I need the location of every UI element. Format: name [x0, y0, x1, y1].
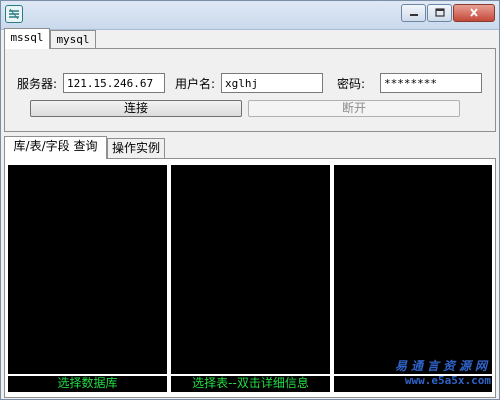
watermark-url: www.e5a5x.com: [404, 374, 491, 387]
password-label: 密码:: [337, 77, 366, 91]
server-input[interactable]: [63, 73, 165, 93]
minimize-button[interactable]: [401, 4, 426, 22]
maximize-button[interactable]: [427, 4, 452, 22]
watermark-title: 易通言资源网: [394, 359, 491, 373]
connect-button-label: 连接: [123, 101, 148, 115]
minimize-icon: [409, 6, 419, 20]
table-list[interactable]: [171, 165, 330, 374]
disconnect-button[interactable]: 断开: [248, 100, 460, 117]
tab-schema-query[interactable]: 库/表/字段 查询: [4, 136, 107, 159]
app-logo-icon: [5, 5, 23, 23]
server-label: 服务器:: [17, 77, 58, 91]
tab-examples[interactable]: 操作实例: [107, 138, 165, 159]
maximize-icon: [434, 6, 445, 20]
field-list[interactable]: [334, 165, 492, 374]
tab-label: mysql: [56, 33, 90, 46]
password-input[interactable]: [380, 73, 482, 93]
site-watermark: 易通言资源网 www.e5a5x.com: [381, 357, 491, 387]
database-list[interactable]: [8, 165, 167, 374]
table-list-caption: 选择表--双击详细信息: [171, 376, 330, 392]
app-window: mssql mysql 服务器: 用户名: 密码: 连接 断开 库/表/字段 查…: [0, 0, 500, 400]
tab-mysql[interactable]: mysql: [50, 30, 96, 49]
database-list-caption: 选择数据库: [8, 376, 167, 392]
tab-label: mssql: [10, 31, 44, 44]
query-panel: 选择数据库 选择表--双击详细信息 易通言资源网 www.e5a5x.com: [4, 158, 496, 398]
close-icon: [469, 6, 479, 20]
tab-label: 操作实例: [111, 141, 160, 155]
disconnect-button-label: 断开: [341, 101, 366, 115]
connection-panel: 服务器: 用户名: 密码: 连接 断开: [4, 48, 496, 132]
tab-label: 库/表/字段 查询: [13, 139, 98, 153]
connect-button[interactable]: 连接: [30, 100, 242, 117]
window-controls: [400, 4, 495, 22]
username-input[interactable]: [221, 73, 323, 93]
close-button[interactable]: [453, 4, 495, 22]
username-label: 用户名:: [175, 77, 216, 91]
title-bar[interactable]: [1, 1, 499, 30]
tab-mssql[interactable]: mssql: [4, 28, 50, 49]
